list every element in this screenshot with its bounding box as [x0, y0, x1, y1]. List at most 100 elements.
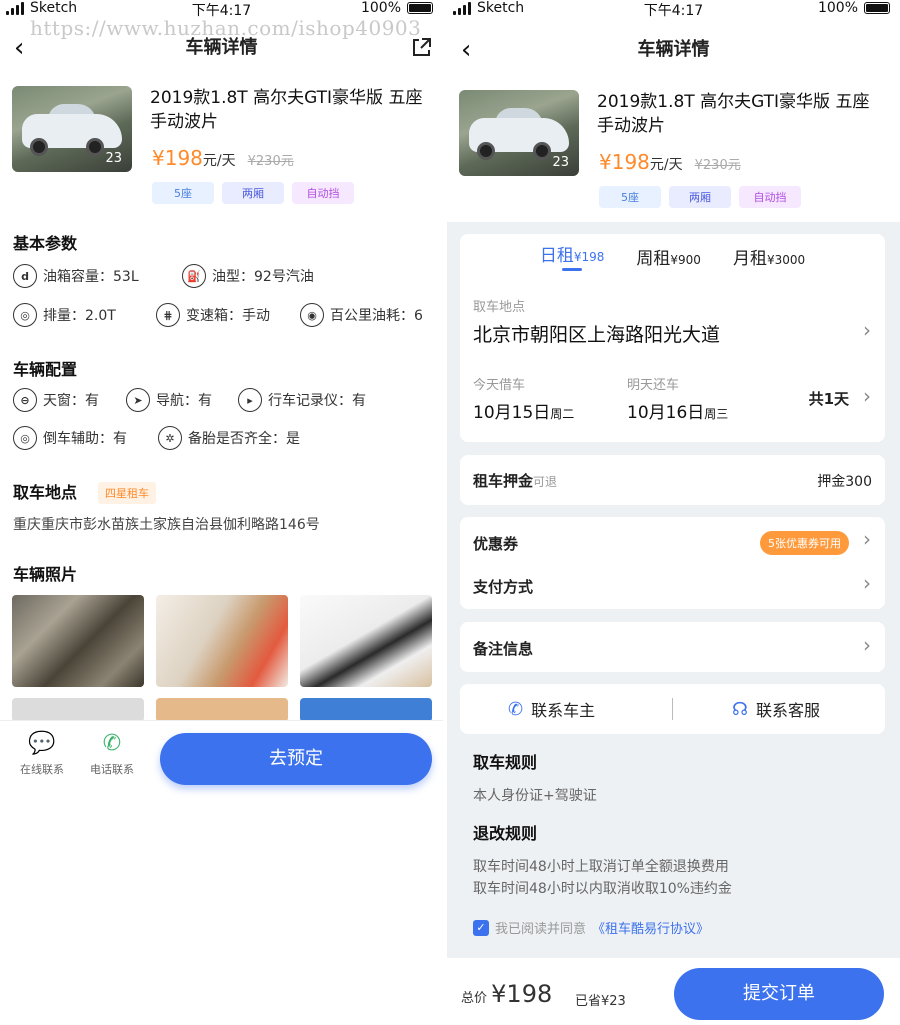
car-tags: 5座 两厢 自动挡 [599, 186, 801, 208]
navigation-icon: ➤ [126, 388, 150, 412]
car-photo[interactable] [300, 595, 432, 687]
pickup-badge: 四星租车 [98, 482, 156, 504]
borrow-label: 今天借车 [473, 378, 526, 393]
config-dashcam: ▸ 行车记录仪：有 [238, 388, 366, 412]
watermark-text: https://www.huzhan.com/ishop40903 [30, 16, 422, 40]
bottom-bar: 💬 在线联系 ✆ 电话联系 去预定 [0, 720, 443, 800]
pickup-address: 重庆重庆市彭水苗族土家族自治县伽利略路146号 [13, 517, 320, 533]
car-photo[interactable] [300, 698, 432, 722]
deposit-panel: 租车押金可退 押金300 [460, 455, 885, 505]
chevron-right-icon: › [863, 318, 871, 342]
battery-icon [864, 2, 890, 14]
contact-service-button[interactable]: ☊ 联系客服 [732, 697, 820, 721]
battery-percent: 100% [817, 0, 858, 16]
car-card[interactable]: 23 2019款1.8T 高尔夫GTI豪华版 五座 手动波片 ¥198元/天 ¥2… [459, 90, 879, 220]
spec-gearbox: ⋕ 变速箱：手动 [156, 303, 270, 327]
rental-tabs: 日租¥198 周租¥900 月租¥3000 [460, 234, 885, 278]
car-thumbnail[interactable]: 23 [459, 90, 579, 176]
headset-icon: ☊ [732, 698, 748, 720]
car-tags: 5座 两厢 自动挡 [152, 182, 354, 204]
tab-weekly[interactable]: 周租¥900 [636, 244, 701, 269]
config-navigation: ➤ 导航：有 [126, 388, 212, 412]
return-date: 10月16日周三 [627, 403, 729, 423]
car-thumbnail[interactable]: 23 [12, 86, 132, 172]
tag-seats: 5座 [599, 186, 661, 208]
tag-body: 两厢 [669, 186, 731, 208]
agreement-link[interactable]: 《租车酷易行协议》 [592, 918, 709, 937]
car-photo[interactable] [12, 595, 144, 687]
contact-owner-button[interactable]: ✆ 联系车主 [508, 697, 595, 721]
back-icon[interactable]: ‹ [461, 32, 471, 68]
config-sunroof: ⊖ 天窗：有 [13, 388, 99, 412]
car-price: ¥198元/天 ¥230元 [599, 150, 741, 174]
divider [672, 698, 673, 720]
pickup-value: 北京市朝阳区上海路阳光大道 [473, 324, 721, 346]
photos-title: 车辆照片 [13, 565, 78, 584]
status-bar: Sketch 下午4:17 100% [447, 0, 900, 20]
rental-panel: 日租¥198 周租¥900 月租¥3000 取车地点 北京市朝阳区上海路阳光大道… [460, 234, 885, 442]
config-reverse: ◎ 倒车辅助：有 [13, 426, 127, 450]
consumption-icon: ◉ [300, 303, 324, 327]
config-title: 车辆配置 [13, 360, 78, 379]
reserve-button[interactable]: 去预定 [160, 733, 432, 785]
car-card[interactable]: 23 2019款1.8T 高尔夫GTI豪华版 五座 手动波片 ¥198元/天 ¥2… [12, 86, 432, 216]
phone-icon: ✆ [102, 731, 122, 756]
tag-gearbox: 自动挡 [292, 182, 354, 204]
car-title: 2019款1.8T 高尔夫GTI豪华版 五座 手动波片 [150, 88, 423, 132]
config-spare-tire: ✲ 备胎是否齐全：是 [158, 426, 300, 450]
sunroof-icon: ⊖ [13, 388, 37, 412]
car-title: 2019款1.8T 高尔夫GTI豪华版 五座 手动波片 [597, 92, 870, 136]
nav-bar: ‹ 车辆详情 [447, 32, 900, 68]
chat-icon: 💬 [28, 731, 56, 756]
payment-panel: 优惠券 5张优惠券可用 › 支付方式 › [460, 517, 885, 609]
spec-consumption: ◉ 百公里油耗：6 [300, 303, 423, 327]
left-screen: Sketch 下午4:17 100% ‹ 车辆详情 23 2019款1.8T 高… [0, 0, 443, 1025]
battery: 100% [818, 0, 890, 16]
spec-displacement: ◎ 排量：2.0T [13, 303, 116, 327]
coupon-badge: 5张优惠券可用 [760, 531, 849, 555]
pickup-rule-title: 取车规则 [473, 753, 538, 772]
engine-icon: ◎ [13, 303, 37, 327]
saved-amount: 已省¥23 [575, 994, 626, 1009]
chevron-right-icon: › [863, 633, 871, 657]
chevron-right-icon: › [863, 571, 871, 595]
pickup-rule-text: 本人身份证+驾驶证 [473, 788, 597, 804]
tag-gearbox: 自动挡 [739, 186, 801, 208]
page-title: 车辆详情 [185, 37, 258, 58]
reverse-assist-icon: ◎ [13, 426, 37, 450]
remark-row[interactable]: 备注信息 › [460, 622, 885, 672]
car-photo[interactable] [12, 698, 144, 722]
chat-button[interactable]: 💬 在线联系 [12, 731, 72, 777]
phone-button[interactable]: ✆ 电话联系 [82, 731, 142, 777]
checkbox-checked-icon[interactable]: ✓ [473, 919, 489, 936]
spec-fuel-tank: d 油箱容量：53L [13, 264, 139, 288]
deposit-label: 租车押金可退 [473, 472, 558, 490]
right-screen: Sketch 下午4:17 100% ‹ 车辆详情 23 2019款1.8T 高… [447, 0, 900, 1025]
car-price: ¥198元/天 ¥230元 [152, 146, 294, 170]
car-photo[interactable] [156, 595, 288, 687]
remark-label: 备注信息 [473, 640, 534, 658]
order-bar: 总价 ¥198 已省¥23 提交订单 [447, 958, 900, 1025]
back-icon[interactable]: ‹ [14, 30, 24, 66]
tab-monthly[interactable]: 月租¥3000 [733, 244, 805, 269]
fuel-tank-icon: d [13, 264, 37, 288]
battery: 100% [361, 0, 433, 16]
fuel-pump-icon: ⛽ [182, 264, 206, 288]
refund-rule-line: 取车时间48小时以内取消收取10%违约金 [473, 881, 732, 897]
photo-count: 23 [105, 151, 122, 166]
tag-body: 两厢 [222, 182, 284, 204]
phone-icon: ✆ [508, 698, 524, 720]
basic-params-title: 基本参数 [13, 234, 78, 253]
agreement: ✓ 我已阅读并同意 《租车酷易行协议》 [473, 918, 709, 937]
battery-icon [407, 2, 433, 14]
gearbox-icon: ⋕ [156, 303, 180, 327]
borrow-date: 10月15日周二 [473, 403, 575, 423]
refund-rule-title: 退改规则 [473, 824, 538, 843]
submit-order-button[interactable]: 提交订单 [674, 968, 884, 1020]
pickup-label: 取车地点 [473, 300, 526, 315]
spare-tire-icon: ✲ [158, 426, 182, 450]
car-photo[interactable] [156, 698, 288, 722]
tab-daily[interactable]: 日租¥198 [540, 241, 605, 271]
duration: 共1天 [808, 390, 849, 408]
chevron-right-icon: › [863, 527, 871, 551]
